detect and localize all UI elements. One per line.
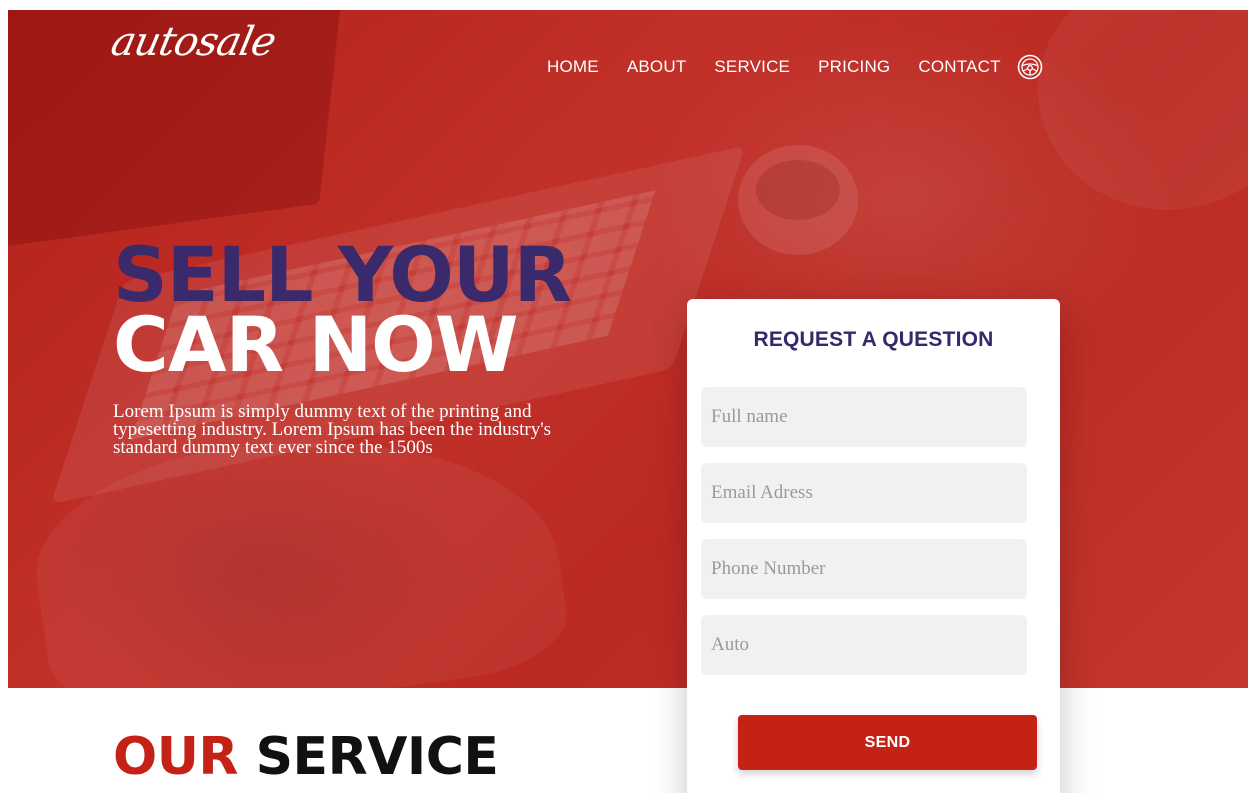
- main-nav: HOME ABOUT SERVICE PRICING CONTACT: [547, 54, 1043, 80]
- request-form-card: REQUEST A QUESTION SEND: [687, 299, 1060, 793]
- background-cup: [1038, 10, 1248, 210]
- email-field[interactable]: [701, 463, 1027, 523]
- service-title-rest: SERVICE: [255, 727, 499, 787]
- nav-item-about[interactable]: ABOUT: [627, 57, 687, 77]
- send-button[interactable]: SEND: [738, 715, 1037, 770]
- nav-item-contact[interactable]: CONTACT: [918, 57, 1000, 77]
- page: autosale HOME ABOUT SERVICE PRICING CONT…: [0, 0, 1248, 793]
- auto-field[interactable]: [701, 615, 1027, 675]
- hero-headline: SELL YOUR CAR NOW: [113, 237, 572, 389]
- nav-item-pricing[interactable]: PRICING: [818, 57, 890, 77]
- nav-item-home[interactable]: HOME: [547, 57, 599, 77]
- hero-description: Lorem Ipsum is simply dummy text of the …: [113, 401, 552, 458]
- steering-wheel-icon[interactable]: [1017, 54, 1043, 80]
- nav-item-service[interactable]: SERVICE: [714, 57, 790, 77]
- full-name-field[interactable]: [701, 387, 1027, 447]
- background-mug-inner: [756, 160, 840, 220]
- site-logo[interactable]: autosale: [107, 19, 279, 65]
- service-title-accent: OUR: [113, 727, 238, 787]
- service-title: OUR SERVICE: [113, 727, 499, 787]
- form-title: REQUEST A QUESTION: [753, 328, 994, 351]
- phone-field[interactable]: [701, 539, 1027, 599]
- headline-line-2: CAR NOW: [113, 300, 519, 389]
